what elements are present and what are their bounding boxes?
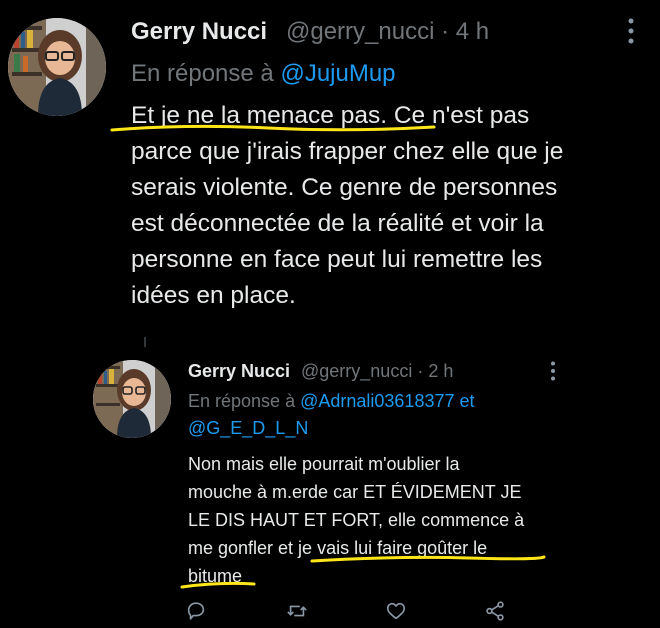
display-name[interactable]: Gerry Nucci <box>131 16 267 48</box>
tweet-text: Non mais elle pourrait m'oublier la mouc… <box>188 450 608 590</box>
reply-prefix: En réponse à <box>188 391 296 411</box>
avatar[interactable] <box>93 360 171 438</box>
mention-link[interactable]: @Adrnali03618377 <box>300 391 454 411</box>
tweet-line: personne en face peut lui remettre les <box>131 246 543 273</box>
more-vertical-icon[interactable] <box>548 360 558 387</box>
retweet-icon[interactable] <box>285 600 309 622</box>
reply-conjunction: et <box>459 391 475 411</box>
tweet-line: LE DIS HAUT ET FORT, elle commence à <box>188 510 525 530</box>
tweet-line: parce que j'irais frapper chez elle que … <box>131 138 564 165</box>
separator: · <box>417 361 424 381</box>
reply-prefix: En réponse à <box>131 60 274 87</box>
timestamp[interactable]: 2 h <box>428 361 453 381</box>
share-icon[interactable] <box>484 600 506 622</box>
handle-time[interactable]: @gerry_nucci · 4 h <box>286 16 489 48</box>
like-icon[interactable] <box>385 600 407 622</box>
highlight-underline <box>110 124 436 132</box>
handle[interactable]: @gerry_nucci <box>286 18 434 45</box>
mention-link[interactable]: @JujuMup <box>280 60 395 87</box>
tweet-line: serais violente. Ce genre de personnes <box>131 174 558 201</box>
tweet-line: mouche à m.erde car ET ÉVIDEMENT JE <box>188 482 522 502</box>
reply-context: En réponse à @JujuMup <box>131 57 396 91</box>
highlight-underline <box>310 555 546 563</box>
handle-time[interactable]: @gerry_nucci · 2 h <box>301 359 453 383</box>
more-vertical-icon[interactable] <box>624 16 638 46</box>
separator: · <box>441 18 450 45</box>
tweet-line: idées en place. <box>131 282 296 309</box>
tweet-line: est déconnectée de la réalité et voir la <box>131 210 544 237</box>
handle[interactable]: @gerry_nucci <box>301 361 412 381</box>
reply-context: En réponse à @Adrnali03618377 et @G_E_D_… <box>188 388 548 442</box>
highlight-underline <box>180 581 256 589</box>
tweet-line: Non mais elle pourrait m'oublier la <box>188 454 460 474</box>
mention-link[interactable]: @G_E_D_L_N <box>188 418 308 438</box>
reply-icon[interactable] <box>185 600 207 622</box>
display-name[interactable]: Gerry Nucci <box>188 359 290 383</box>
timestamp[interactable]: 4 h <box>456 18 489 45</box>
avatar[interactable] <box>8 18 106 116</box>
thread-connector <box>144 337 146 347</box>
